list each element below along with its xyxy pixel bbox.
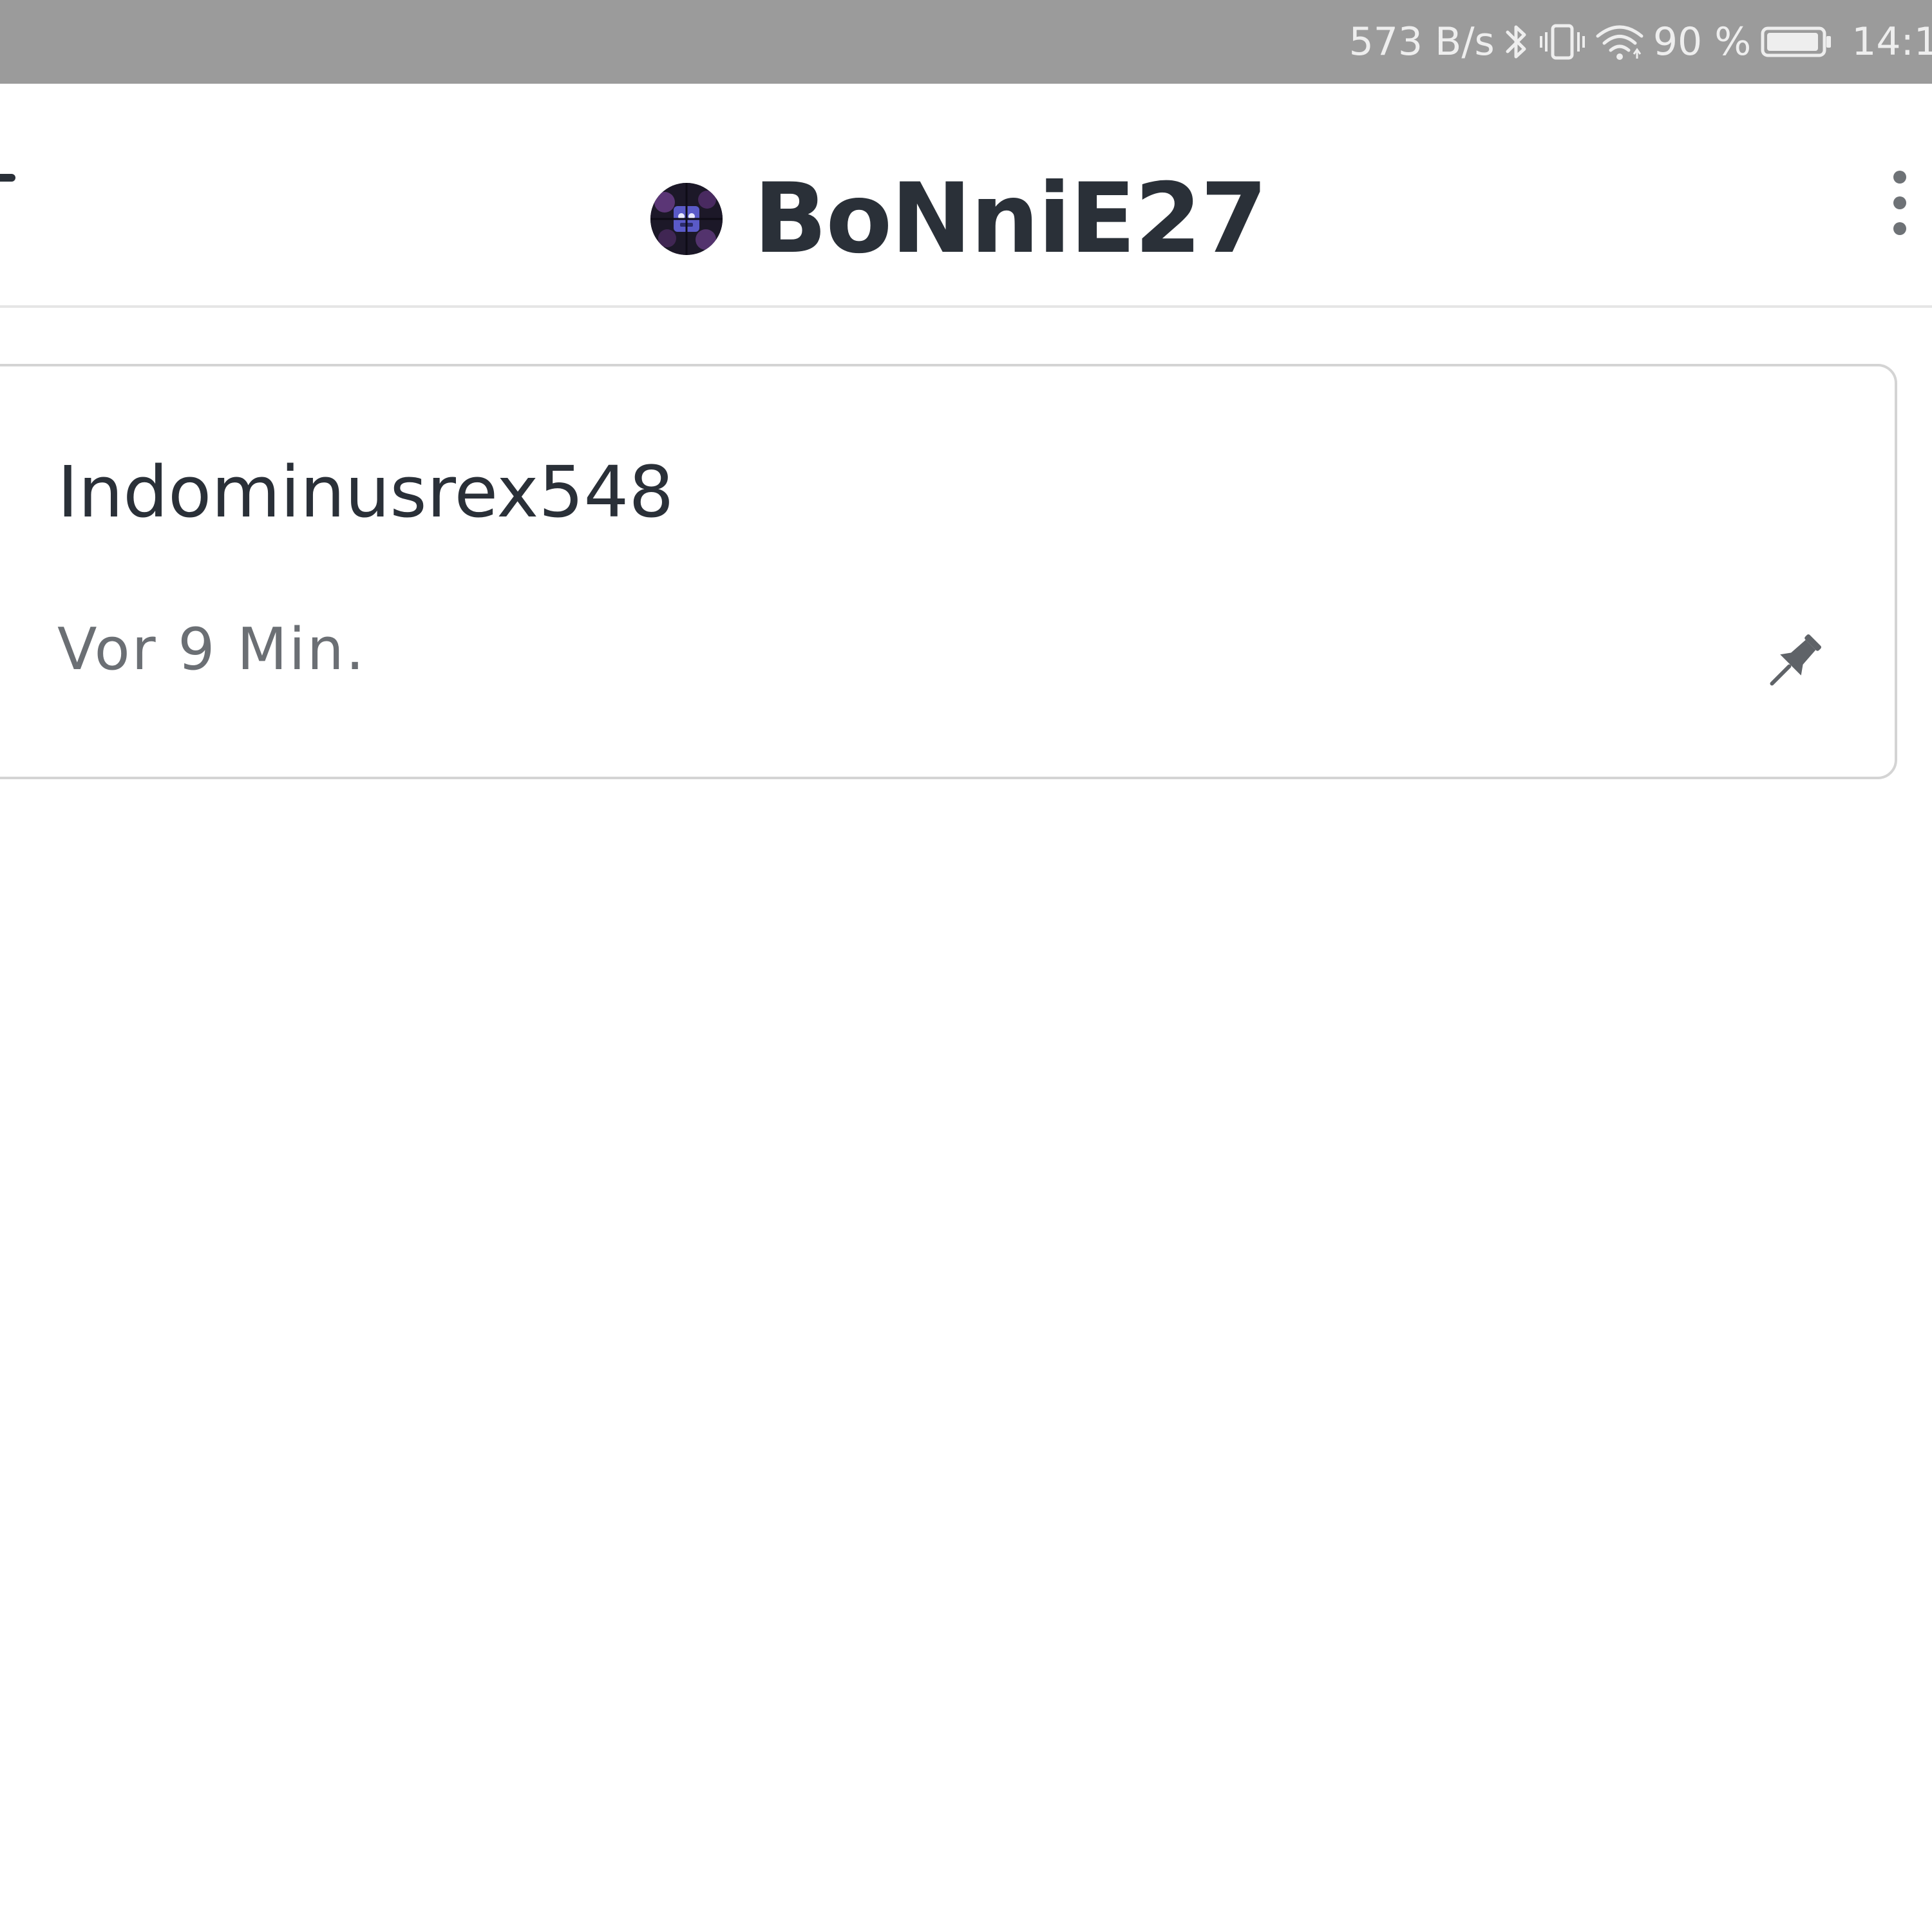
page-title: BoNniE27 <box>753 163 1267 275</box>
avatar[interactable] <box>650 183 723 255</box>
status-items: 573 B/s 90 % 14:1 <box>1349 0 1932 84</box>
vibrate-icon <box>1539 22 1586 62</box>
bluetooth-icon <box>1504 22 1530 62</box>
app-header: BoNniE27 <box>0 84 1932 308</box>
wifi-icon <box>1595 22 1644 62</box>
battery-percent: 90 % <box>1653 19 1752 64</box>
network-speed: 573 B/s <box>1349 19 1495 64</box>
pin-icon[interactable] <box>1757 627 1828 698</box>
card-timestamp: Vor 9 Min. <box>57 616 366 683</box>
back-icon[interactable] <box>0 174 15 188</box>
card-title: Indominusrex548 <box>57 451 674 533</box>
list-item-card[interactable]: Indominusrex548 Vor 9 Min. <box>0 364 1897 779</box>
more-vert-icon[interactable] <box>1880 167 1919 238</box>
title-group: BoNniE27 <box>650 155 1267 283</box>
clock: 14:1 <box>1852 19 1932 64</box>
app-screen: 573 B/s 90 % 14:1 BoNniE27 Indominusrex5… <box>0 0 1932 1932</box>
status-bar: 573 B/s 90 % 14:1 <box>0 0 1932 84</box>
battery-icon <box>1760 22 1832 62</box>
